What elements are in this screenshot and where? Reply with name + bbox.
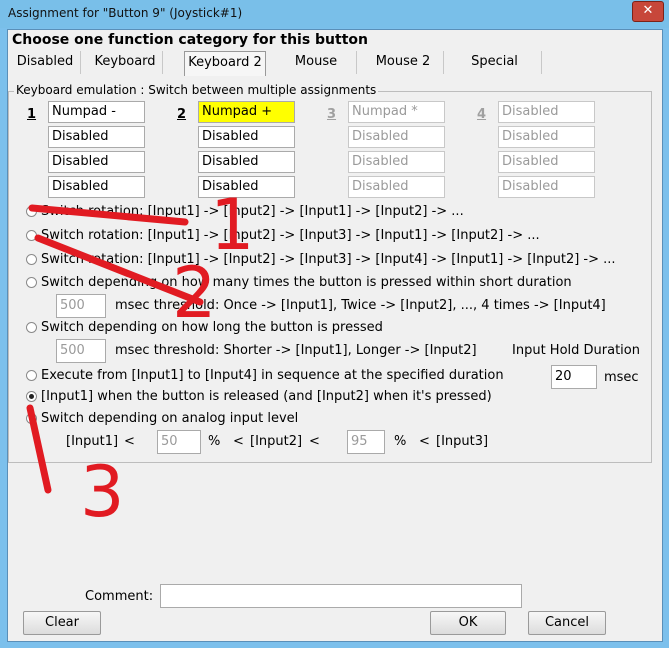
annotation-number-3: 3 — [80, 451, 125, 533]
annotation-stroke-1 — [28, 204, 189, 226]
annotation-stroke-3 — [26, 404, 52, 494]
annotation-number-2: 2 — [172, 252, 217, 334]
dialog-window: Assignment for "Button 9" (Joystick#1) ✕… — [0, 0, 669, 648]
annotation-strokes — [26, 204, 204, 494]
annotation-number-1: 1 — [210, 184, 255, 266]
